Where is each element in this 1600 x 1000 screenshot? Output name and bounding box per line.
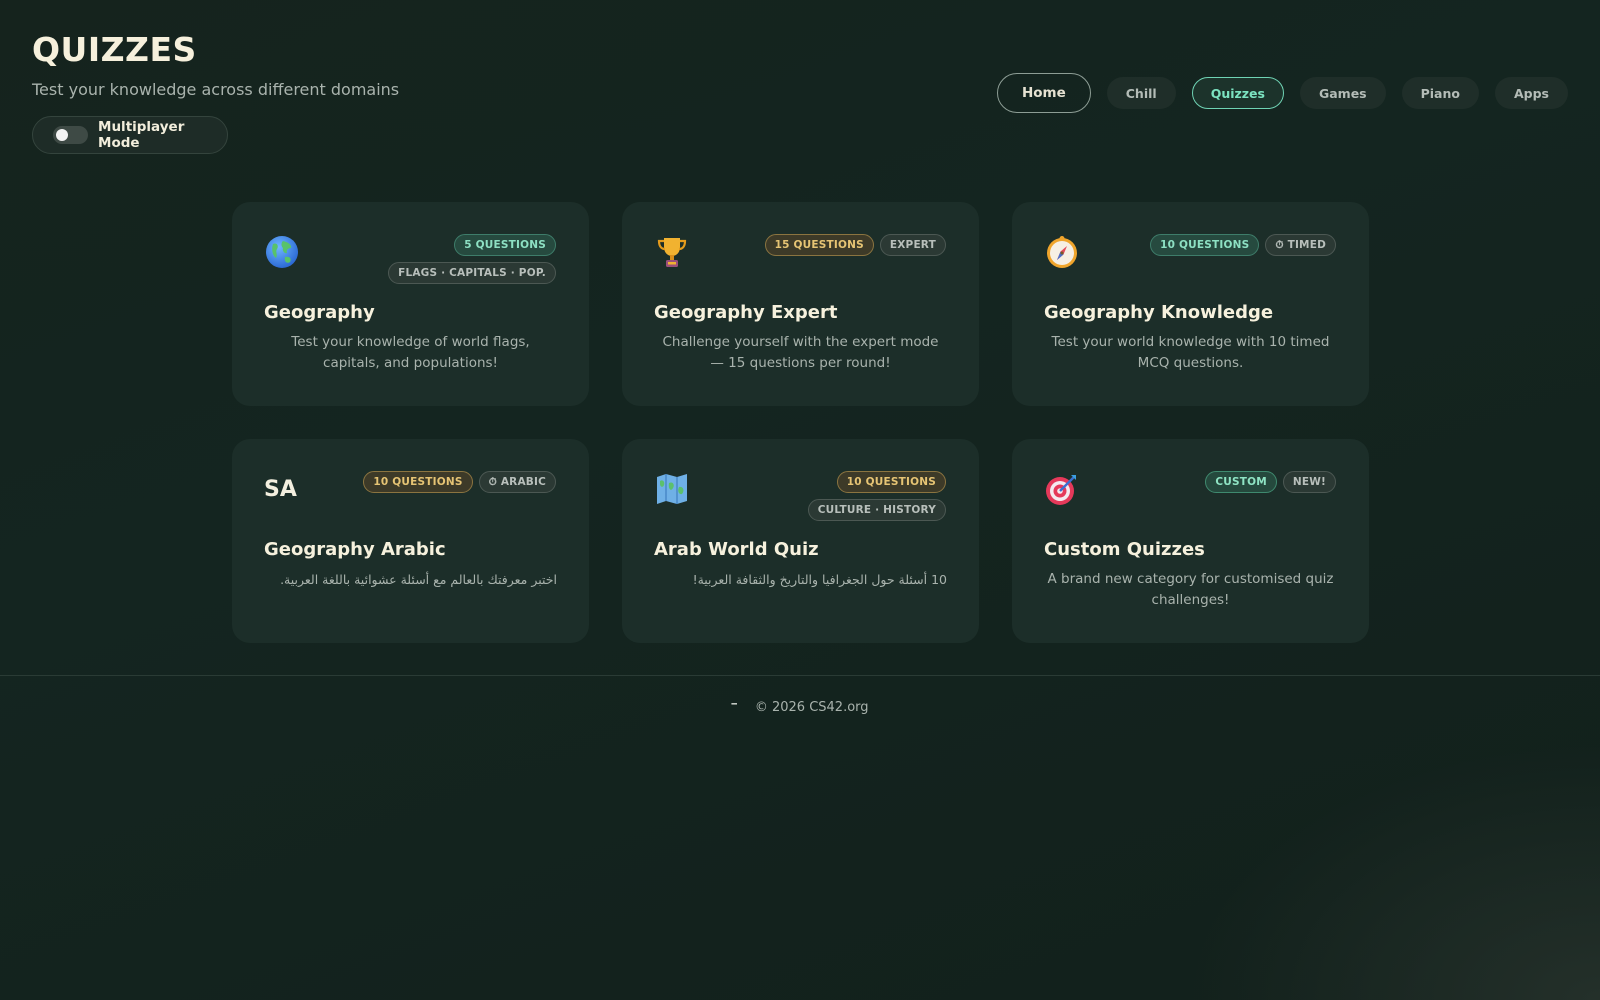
badge-group: 10 QUESTIONS ⏱ TIMED [1150, 234, 1336, 256]
card-title: Geography Knowledge [1044, 302, 1274, 323]
trophy-icon [654, 234, 690, 270]
card-description: A brand new category for customised quiz… [1047, 571, 1334, 608]
page-subtitle: Test your knowledge across different dom… [32, 80, 400, 99]
map-icon [654, 471, 690, 507]
topic-badge: CULTURE · HISTORY [807, 499, 946, 521]
multiplayer-toggle[interactable]: Multiplayer Mode [32, 116, 228, 154]
questions-badge: 10 QUESTIONS [836, 471, 946, 493]
footer: ━ © 2026 CS42.org [0, 699, 1600, 716]
page-title: QUIZZES [32, 30, 197, 69]
nav-apps[interactable]: Apps [1494, 77, 1568, 109]
badge-group: 15 QUESTIONS EXPERT [764, 234, 946, 256]
top-nav: Home Chill Quizzes Games Piano Apps [996, 73, 1568, 113]
toggle-switch[interactable] [53, 126, 89, 144]
card-title: Arab World Quiz [654, 539, 819, 560]
compass-icon [1044, 234, 1080, 270]
card-title: Geography Arabic [264, 539, 446, 560]
card-icon-text: SA [264, 476, 297, 502]
questions-badge: 10 QUESTIONS [363, 471, 473, 493]
multiplayer-label: Multiplayer Mode [98, 119, 185, 151]
topic-badge: FLAGS · CAPITALS · POP. [388, 262, 556, 284]
nav-home[interactable]: Home [996, 73, 1091, 113]
card-description: اختبر معرفتك بالعالم مع أسئلة عشوائية با… [280, 572, 557, 587]
language-badge: ⏱ ARABIC [478, 471, 556, 493]
card-description: Challenge yourself with the expert mode … [662, 334, 939, 371]
card-description: Test your world knowledge with 10 timed … [1051, 334, 1330, 371]
nav-piano[interactable]: Piano [1401, 77, 1479, 109]
card-description: Test your knowledge of world flags, capi… [291, 334, 530, 371]
badge-group: 5 QUESTIONS FLAGS · CAPITALS · POP. [356, 234, 556, 284]
quiz-card-custom[interactable]: CUSTOM NEW! Custom Quizzes A brand new c… [1012, 439, 1369, 643]
quiz-card-arab-world[interactable]: 10 QUESTIONS CULTURE · HISTORY Arab Worl… [622, 439, 979, 643]
copyright-text: © 2026 CS42.org [754, 700, 869, 715]
nav-chill[interactable]: Chill [1106, 77, 1176, 109]
toggle-knob [56, 129, 68, 141]
quiz-card-geography-arabic[interactable]: SA 10 QUESTIONS ⏱ ARABIC Geography Arabi… [232, 439, 589, 643]
new-badge: NEW! [1282, 471, 1336, 493]
quiz-card-geography-expert[interactable]: 15 QUESTIONS EXPERT Geography Expert Cha… [622, 202, 979, 406]
badge-group: 10 QUESTIONS ⏱ ARABIC [363, 471, 556, 493]
questions-badge: 10 QUESTIONS [1150, 234, 1260, 256]
nav-quizzes[interactable]: Quizzes [1191, 77, 1284, 109]
questions-badge: 15 QUESTIONS [764, 234, 874, 256]
timed-badge: ⏱ TIMED [1265, 234, 1336, 256]
footer-mark: ━ [731, 699, 737, 710]
nav-games[interactable]: Games [1299, 77, 1386, 109]
card-title: Geography [264, 302, 375, 323]
card-description: 10 أسئلة حول الجغرافيا والتاريخ والثقافة… [692, 572, 947, 587]
card-title: Geography Expert [654, 302, 838, 323]
quiz-card-geography-knowledge[interactable]: 10 QUESTIONS ⏱ TIMED Geography Knowledge… [1012, 202, 1369, 406]
quiz-card-geography[interactable]: 5 QUESTIONS FLAGS · CAPITALS · POP. Geog… [232, 202, 589, 406]
custom-badge: CUSTOM [1205, 471, 1277, 493]
badge-group: CUSTOM NEW! [1205, 471, 1336, 493]
card-title: Custom Quizzes [1044, 539, 1205, 560]
target-icon [1044, 471, 1080, 507]
quiz-grid: 5 QUESTIONS FLAGS · CAPITALS · POP. Geog… [232, 202, 1369, 643]
badge-group: 10 QUESTIONS CULTURE · HISTORY [706, 471, 946, 521]
level-badge: EXPERT [879, 234, 946, 256]
footer-divider [0, 675, 1600, 676]
globe-icon [264, 234, 300, 270]
questions-badge: 5 QUESTIONS [454, 234, 556, 256]
